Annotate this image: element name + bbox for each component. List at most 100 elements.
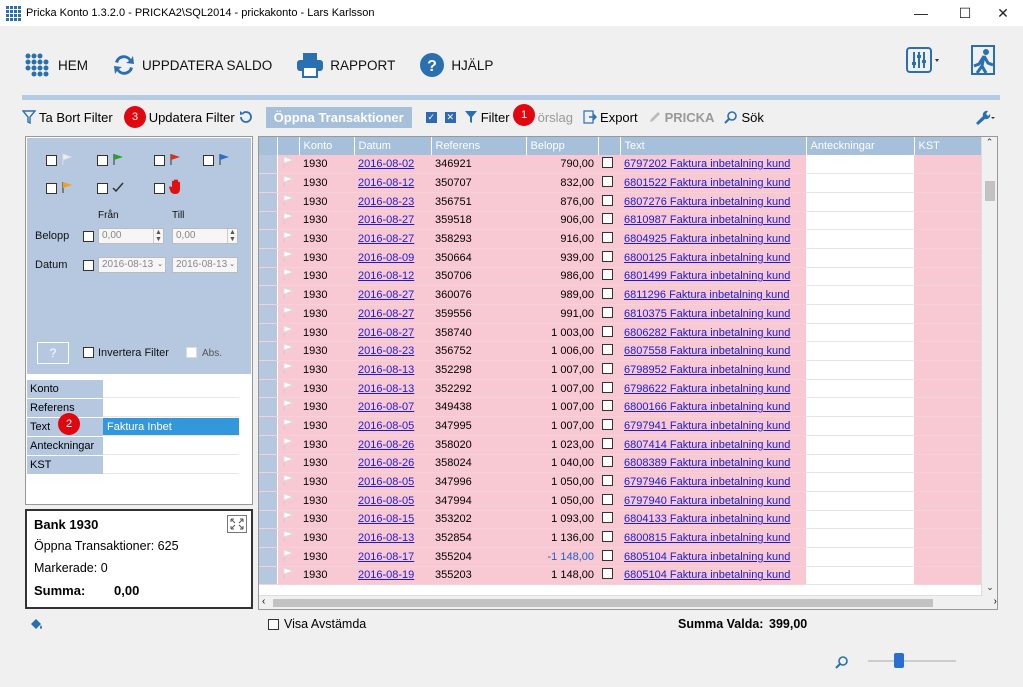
row-checkbox[interactable] [602, 549, 613, 561]
kst-cell[interactable] [914, 491, 984, 511]
update-filter-button[interactable]: Updatera Filter [149, 110, 256, 125]
kst-cell[interactable] [914, 229, 984, 249]
check-cell[interactable] [598, 285, 620, 305]
table-row[interactable]: 1930 2016-08-15 353202 1 093,00 6804133 Fakt… [259, 510, 984, 530]
field-value-input[interactable] [103, 437, 239, 455]
kst-cell[interactable] [914, 155, 984, 175]
check-cell[interactable] [598, 435, 620, 455]
flag-cell[interactable] [277, 491, 299, 511]
row-header[interactable] [259, 472, 278, 492]
kst-cell[interactable] [914, 379, 984, 399]
row-checkbox[interactable] [602, 531, 613, 543]
datum-cell[interactable]: 2016-08-02 [354, 155, 431, 175]
datum-cell[interactable]: 2016-08-27 [354, 229, 431, 249]
anteckningar-cell[interactable] [806, 285, 914, 305]
text-cell[interactable]: 6797941 Faktura inbetalning kund [620, 416, 806, 436]
anteckningar-cell[interactable] [806, 341, 914, 362]
row-checkbox[interactable] [602, 269, 613, 281]
amount-from-input[interactable]: 0,00 ▲ ▼ [98, 228, 164, 244]
kst-cell[interactable] [914, 547, 984, 567]
row-header[interactable] [259, 454, 278, 474]
kst-cell[interactable] [914, 566, 984, 586]
column-header-check[interactable] [598, 137, 621, 155]
row-checkbox[interactable] [602, 418, 613, 430]
datum-cell[interactable]: 2016-08-12 [354, 267, 431, 287]
text-cell[interactable]: 6804925 Faktura inbetalning kund [620, 229, 806, 249]
check-cell[interactable] [598, 229, 620, 249]
table-row[interactable]: 1930 2016-08-27 359556 991,00 6810375 Faktur… [259, 304, 984, 324]
text-cell[interactable]: 6804133 Faktura inbetalning kund [620, 510, 806, 530]
row-header[interactable] [259, 267, 278, 287]
text-cell[interactable]: 6801522 Faktura inbetalning kund [620, 173, 806, 193]
flag-cell[interactable] [277, 341, 299, 362]
flag-cell[interactable] [277, 454, 299, 474]
horizontal-scroll-thumb[interactable] [273, 599, 933, 607]
row-header[interactable] [259, 155, 278, 175]
row-checkbox[interactable] [602, 250, 613, 262]
column-header-belopp[interactable]: Belopp [526, 137, 599, 155]
flag-cell[interactable] [277, 435, 299, 455]
vertical-scroll-thumb[interactable] [985, 181, 995, 201]
datum-cell[interactable]: 2016-08-05 [354, 416, 431, 436]
check-cell[interactable] [598, 211, 620, 231]
check-cell[interactable] [598, 472, 620, 492]
anteckningar-cell[interactable] [806, 454, 914, 474]
kst-cell[interactable] [914, 528, 984, 548]
date-checkbox[interactable] [83, 260, 94, 271]
row-checkbox[interactable] [602, 381, 613, 393]
column-header-text[interactable]: Text [620, 137, 807, 155]
flag-cell[interactable] [277, 155, 299, 175]
datum-cell[interactable]: 2016-08-27 [354, 304, 431, 324]
datum-cell[interactable]: 2016-08-26 [354, 454, 431, 474]
row-checkbox[interactable] [602, 288, 613, 300]
text-cell[interactable]: 6811296 Faktura inbetalning kund [620, 285, 806, 305]
field-value-input[interactable] [103, 399, 239, 417]
flag-cell[interactable] [277, 173, 299, 193]
row-header[interactable] [259, 341, 278, 362]
anteckningar-cell[interactable] [806, 566, 914, 586]
anteckningar-cell[interactable] [806, 229, 914, 249]
text-cell[interactable]: 6805104 Faktura inbetalning kund [620, 566, 806, 586]
kst-cell[interactable] [914, 173, 984, 193]
kst-cell[interactable] [914, 416, 984, 436]
text-cell[interactable]: 6807276 Faktura inbetalning kund [620, 192, 806, 212]
datum-cell[interactable]: 2016-08-09 [354, 248, 431, 268]
anteckningar-cell[interactable] [806, 435, 914, 455]
text-cell[interactable]: 6805104 Faktura inbetalning kund [620, 547, 806, 567]
amount-checkbox[interactable] [83, 231, 94, 242]
row-checkbox[interactable] [602, 437, 613, 449]
datum-cell[interactable]: 2016-08-27 [354, 285, 431, 305]
flag-cell[interactable] [277, 229, 299, 249]
text-cell[interactable]: 6801499 Faktura inbetalning kund [620, 267, 806, 287]
datum-cell[interactable]: 2016-08-13 [354, 379, 431, 399]
text-cell[interactable]: 6798622 Faktura inbetalning kund [620, 379, 806, 399]
flag-cell[interactable] [277, 472, 299, 492]
table-row[interactable]: 1930 2016-08-27 359518 906,00 6810987 Faktur… [259, 211, 984, 231]
text-cell[interactable]: 6807414 Faktura inbetalning kund [620, 435, 806, 455]
datum-cell[interactable]: 2016-08-27 [354, 211, 431, 231]
datum-cell[interactable]: 2016-08-13 [354, 360, 431, 380]
table-row[interactable]: 1930 2016-08-05 347995 1 007,00 6797941 Fakt… [259, 416, 984, 436]
table-row[interactable]: 1930 2016-08-23 356752 1 006,00 6807558 Fakt… [259, 341, 984, 362]
anteckningar-cell[interactable] [806, 397, 914, 418]
settings-sliders-icon[interactable] [905, 46, 941, 74]
row-header[interactable] [259, 304, 278, 324]
search-button[interactable]: Sök [724, 110, 764, 125]
zoom-slider-thumb[interactable] [894, 653, 904, 668]
anteckningar-cell[interactable] [806, 360, 914, 380]
row-header[interactable] [259, 248, 278, 268]
show-reconciled-checkbox[interactable] [268, 619, 279, 630]
table-row[interactable]: 1930 2016-08-09 350664 939,00 6800125 Faktur… [259, 248, 984, 268]
field-value-input[interactable]: Faktura Inbet [103, 418, 239, 436]
column-header-datum[interactable]: Datum [354, 137, 432, 155]
text-cell[interactable]: 6810987 Faktura inbetalning kund [620, 211, 806, 231]
flag-cell[interactable] [277, 285, 299, 305]
check-cell[interactable] [598, 248, 620, 268]
text-cell[interactable]: 6800815 Faktura inbetalning kund [620, 528, 806, 548]
anteckningar-cell[interactable] [806, 173, 914, 193]
date-to-picker[interactable]: 2016-08-13 ⌄ [172, 257, 238, 273]
check-cell[interactable] [598, 454, 620, 474]
text-cell[interactable]: 6810375 Faktura inbetalning kund [620, 304, 806, 324]
flag-white-checkbox[interactable] [46, 155, 57, 166]
text-cell[interactable]: 6800125 Faktura inbetalning kund [620, 248, 806, 268]
